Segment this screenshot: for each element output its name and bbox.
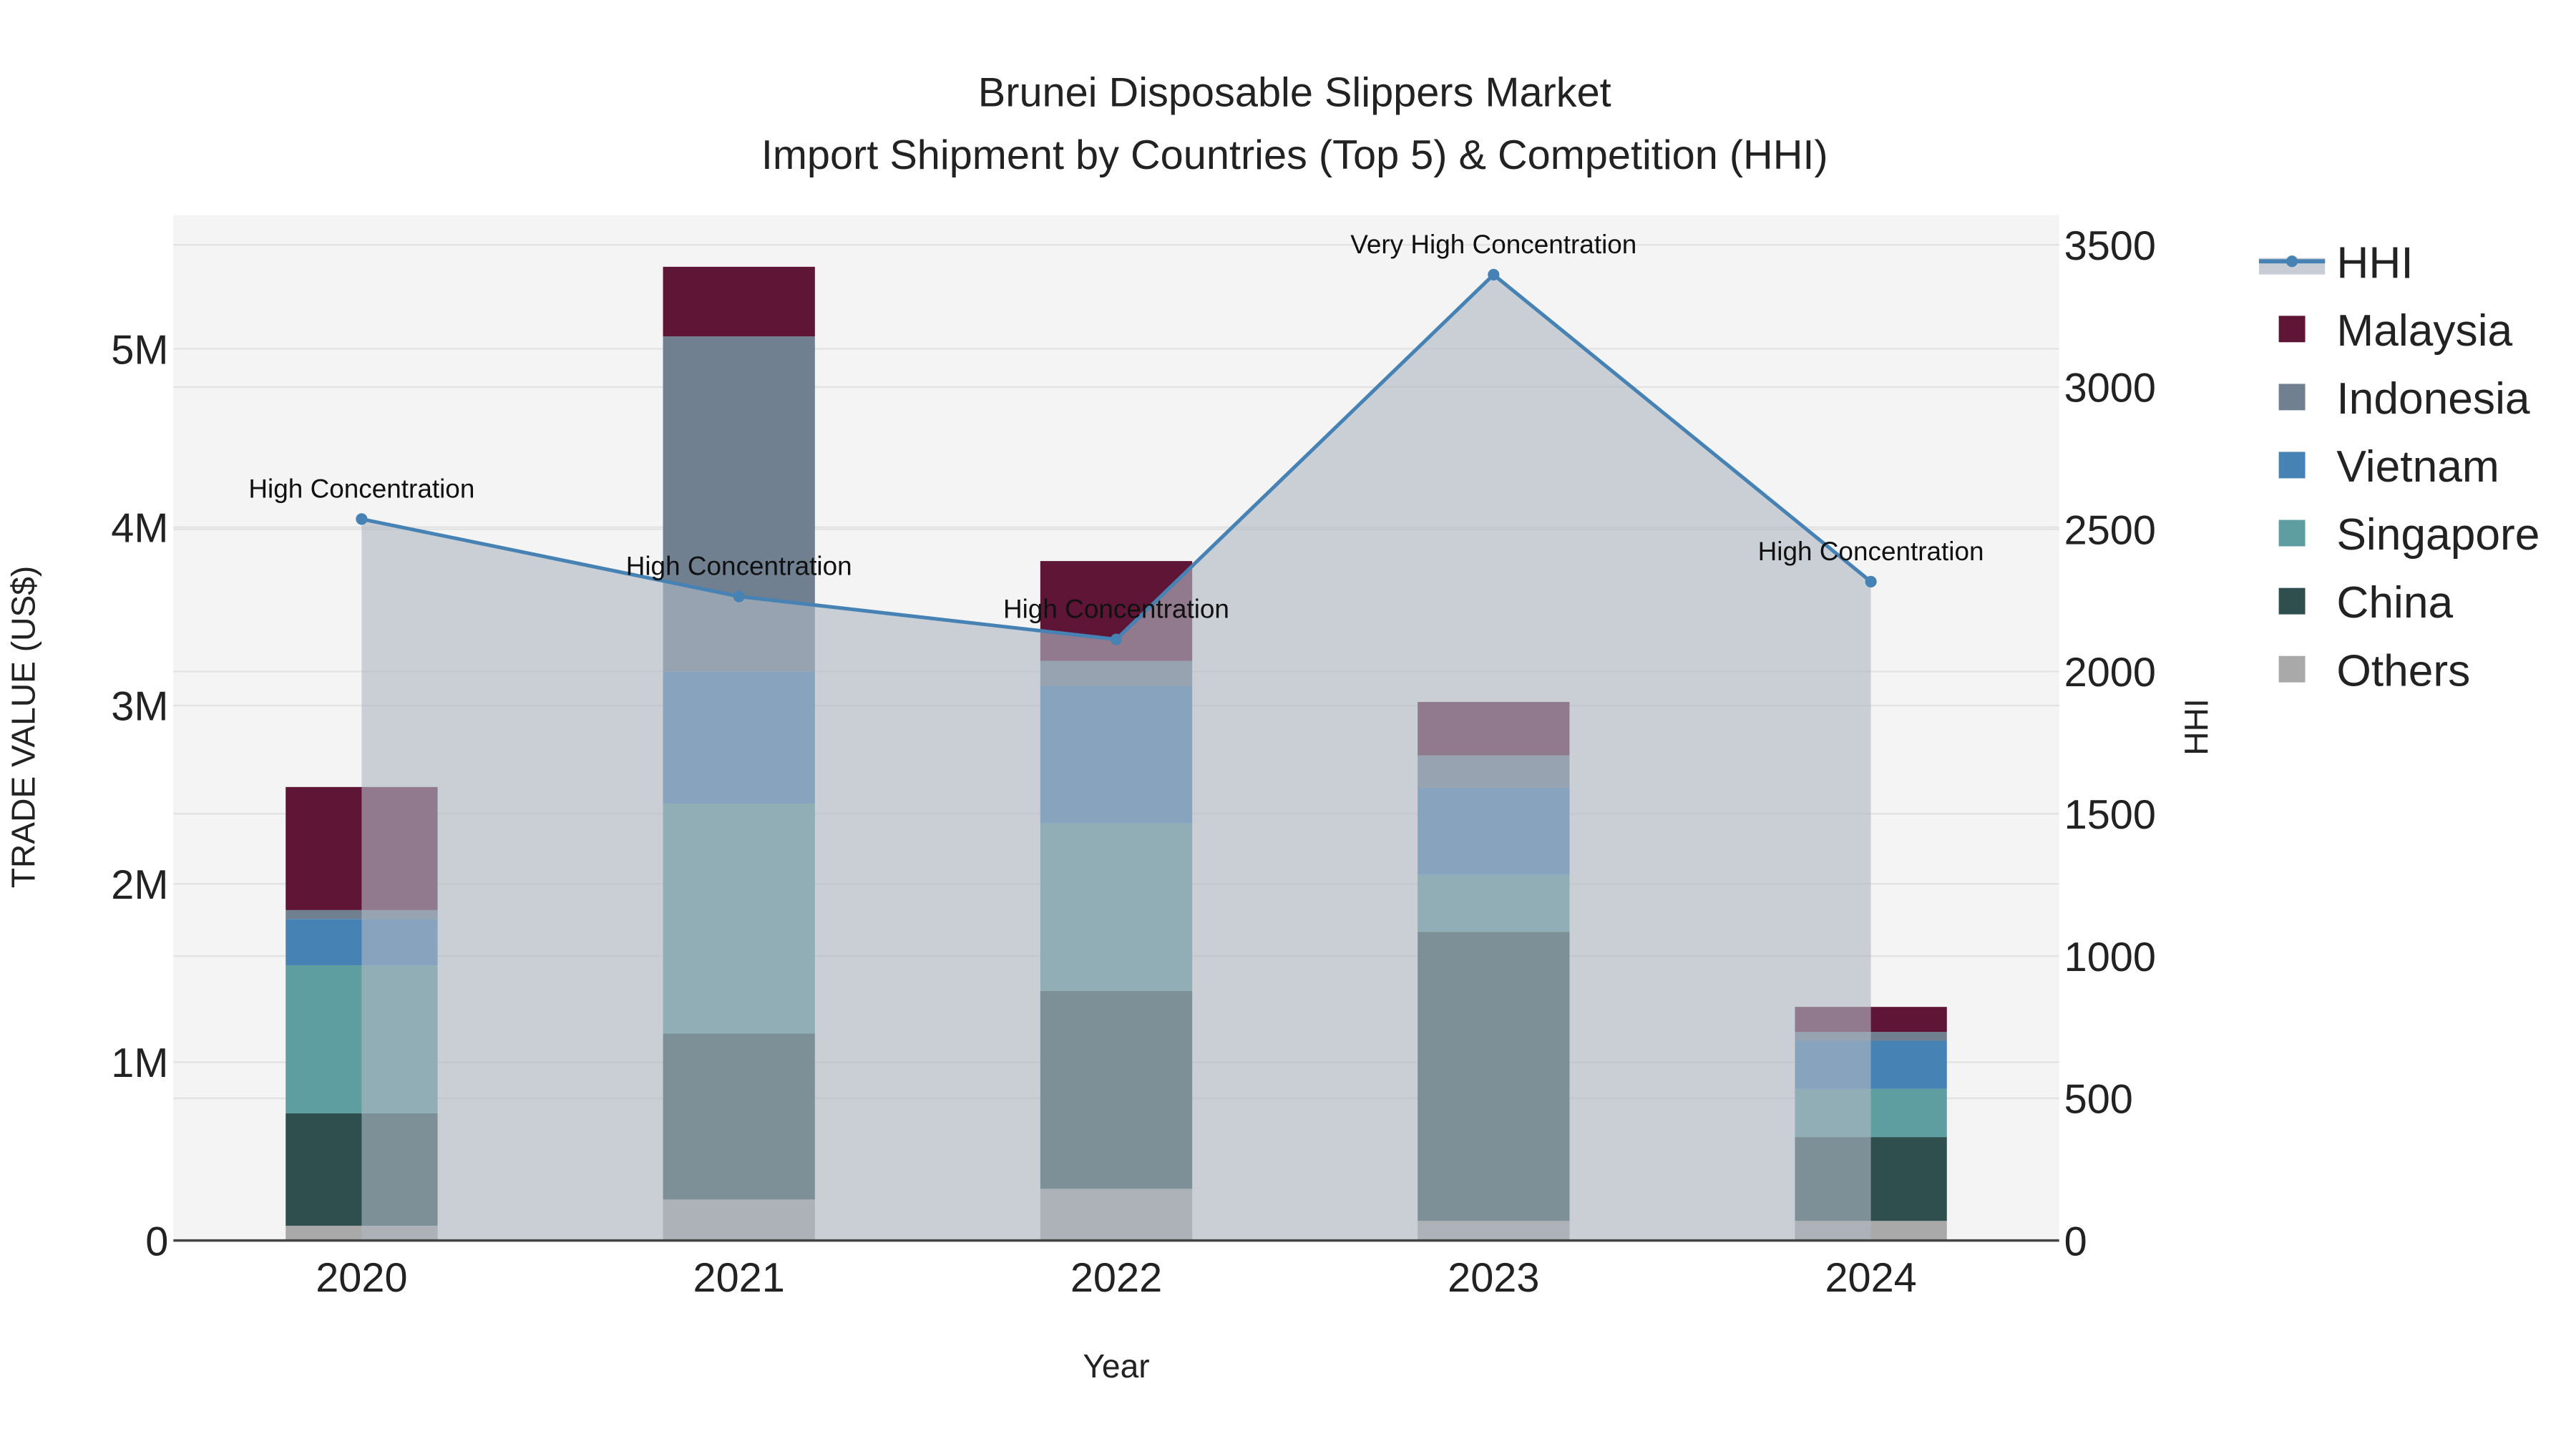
y2-tick-label: 2000 [2064,650,2156,696]
legend-label-malaysia: Malaysia [2336,306,2512,356]
y2-tick-label: 500 [2064,1077,2133,1123]
x-tick-label: 2021 [693,1255,785,1301]
y-tick-label: 3M [111,684,168,730]
y2-axis-title: HHI [2177,698,2215,755]
chart-subtitle: Import Shipment by Countries (Top 5) & C… [761,132,1828,178]
chart-title: Brunei Disposable Slippers Market [978,69,1611,115]
bar-malaysia-2021 [663,266,815,337]
hhi-point-2021 [733,590,745,602]
hhi-point-2024 [1865,575,1877,587]
y2-tick-label: 3000 [2064,366,2156,411]
legend-label-china: China [2336,578,2453,628]
x-tick-label: 2024 [1825,1255,1916,1301]
chart-container: Brunei Disposable Slippers Market Import… [0,0,2576,1449]
y-tick-label: 1M [111,1040,168,1086]
hhi-annotation-2023: Very High Concentration [1350,230,1636,259]
hhi-point-2023 [1488,268,1500,280]
x-tick-label: 2022 [1070,1255,1162,1301]
legend-swatch-indonesia [2278,384,2306,411]
y-tick-label: 4M [111,506,168,552]
legend-label-singapore: Singapore [2336,510,2540,560]
y2-tick-label: 1500 [2064,792,2156,838]
y-axis-title: TRADE VALUE (US$) [4,566,42,888]
hhi-annotation-2020: High Concentration [248,474,474,503]
y-tick-label: 0 [145,1219,168,1264]
legend-label-hhi: HHI [2336,238,2413,288]
chart: Brunei Disposable Slippers Market Import… [4,69,2540,1385]
legend-label-others: Others [2336,646,2470,696]
y2-tick-label: 0 [2064,1219,2087,1264]
y-tick-label: 5M [111,327,168,373]
legend-label-indonesia: Indonesia [2336,374,2530,424]
y2-tick-label: 2500 [2064,507,2156,553]
hhi-point-2022 [1110,633,1123,645]
y2-tick-label: 3500 [2064,223,2156,269]
x-tick-label: 2023 [1448,1255,1539,1301]
hhi-point-2020 [356,513,368,525]
x-axis-title: Year [1083,1347,1149,1385]
y-tick-label: 2M [111,862,168,908]
legend-swatch-china [2278,587,2306,615]
y2-tick-label: 1000 [2064,935,2156,980]
x-tick-label: 2020 [316,1255,407,1301]
legend-swatch-malaysia [2278,316,2306,343]
hhi-annotation-2022: High Concentration [1003,595,1229,624]
legend-label-vietnam: Vietnam [2336,442,2499,492]
legend-swatch-vietnam [2278,452,2306,479]
legend-swatch-singapore [2278,519,2306,547]
legend: HHI Malaysia Indonesia Vietnam Singapore Chin… [2258,238,2540,696]
hhi-annotation-2021: High Concentration [626,552,852,581]
legend-hhi-marker-icon [2286,255,2298,268]
legend-swatch-others [2278,655,2306,683]
hhi-annotation-2024: High Concentration [1758,537,1984,566]
